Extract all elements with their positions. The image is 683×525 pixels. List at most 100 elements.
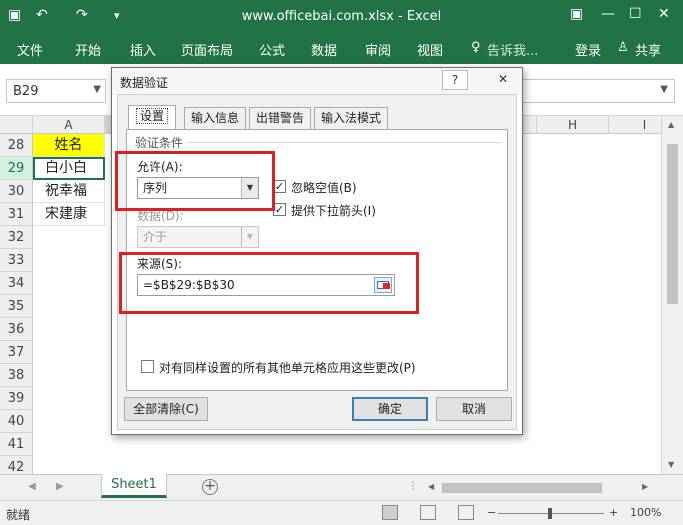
- dropdown-arrow-label[interactable]: 提供下拉箭头(I): [291, 202, 376, 219]
- chevron-down-icon[interactable]: ▼: [93, 84, 101, 95]
- scroll-thumb[interactable]: [667, 144, 678, 304]
- tell-me-search[interactable]: 告诉我...: [487, 40, 538, 59]
- zoom-in-button[interactable]: +: [609, 506, 618, 519]
- cell-b29[interactable]: 白小白: [33, 157, 105, 180]
- maximize-icon[interactable]: ☐: [629, 6, 642, 22]
- close-button[interactable]: ✕: [490, 70, 516, 90]
- help-button[interactable]: ?: [442, 70, 468, 90]
- scroll-left-icon[interactable]: ◀: [428, 482, 434, 491]
- cell-b28[interactable]: 姓名: [33, 134, 105, 157]
- tab-settings[interactable]: 设置: [128, 105, 176, 130]
- tab-formulas[interactable]: 公式: [259, 40, 285, 59]
- row-header[interactable]: 30: [0, 180, 33, 203]
- dialog-body: 设置 输入信息 出错警告 输入法模式 验证条件 允许(A): 序列 ▼ ✓ 忽略…: [117, 94, 517, 430]
- dropdown-arrow-checkbox[interactable]: ✓: [273, 203, 286, 216]
- allow-select-value: 序列: [143, 181, 168, 195]
- source-label: 来源(S):: [137, 257, 183, 271]
- title-bar: ▣ ↶ ↷ ▾ www.officebai.com.xlsx - Excel ▣…: [0, 0, 683, 34]
- select-all-corner[interactable]: [0, 116, 33, 134]
- zoom-out-button[interactable]: −: [487, 506, 496, 519]
- split-handle-icon[interactable]: ⋮: [408, 481, 418, 492]
- apply-all-label[interactable]: 对有同样设置的所有其他单元格应用这些更改(P): [159, 359, 416, 376]
- tab-settings-label: 设置: [135, 108, 168, 124]
- criteria-label: 验证条件: [135, 136, 184, 150]
- cell-b30[interactable]: 祝幸福: [33, 180, 105, 203]
- tab-review[interactable]: 审阅: [365, 40, 391, 59]
- cell-b31[interactable]: 宋建康: [33, 203, 105, 226]
- formula-input[interactable]: ▼: [520, 79, 675, 103]
- lightbulb-icon: ♀: [471, 40, 481, 55]
- sheet-next-icon[interactable]: ▶: [56, 481, 64, 492]
- row-header[interactable]: 35: [0, 295, 33, 318]
- dialog-title: 数据验证: [120, 76, 169, 90]
- row-header[interactable]: 31: [0, 203, 33, 226]
- data-select-value: 介于: [143, 230, 168, 244]
- chevron-down-icon[interactable]: ▼: [241, 178, 258, 198]
- row-header[interactable]: 33: [0, 249, 33, 272]
- tab-error-alert[interactable]: 出错警告: [249, 107, 311, 129]
- scroll-thumb[interactable]: [442, 483, 602, 493]
- column-header[interactable]: H: [537, 116, 609, 134]
- zoom-level[interactable]: 100%: [630, 506, 661, 519]
- row-header[interactable]: 37: [0, 341, 33, 364]
- data-validation-dialog: 数据验证 ? ✕ 设置 输入信息 出错警告 输入法模式 验证条件 允许(A): …: [111, 67, 523, 435]
- row-header[interactable]: 36: [0, 318, 33, 341]
- tab-input-message[interactable]: 输入信息: [184, 107, 246, 129]
- row-header[interactable]: 42: [0, 456, 33, 474]
- tab-insert[interactable]: 插入: [130, 40, 156, 59]
- scroll-down-icon[interactable]: ▼: [668, 460, 674, 469]
- add-sheet-icon[interactable]: +: [202, 479, 218, 495]
- scroll-right-icon[interactable]: ▶: [642, 482, 648, 491]
- zoom-slider[interactable]: [498, 508, 604, 519]
- clear-all-button[interactable]: 全部清除(C): [124, 397, 208, 421]
- name-box-value: B29: [13, 84, 39, 99]
- data-select: 介于 ▼: [137, 226, 259, 248]
- cancel-button[interactable]: 取消: [436, 397, 512, 421]
- row-header[interactable]: 32: [0, 226, 33, 249]
- apply-all-checkbox[interactable]: [141, 360, 154, 373]
- vertical-scrollbar[interactable]: ▲ ▼: [661, 116, 683, 474]
- settings-panel: 验证条件 允许(A): 序列 ▼ ✓ 忽略空值(B) ✓ 提供下拉箭头(I) 数…: [126, 129, 508, 391]
- ok-button[interactable]: 确定: [352, 397, 428, 421]
- share-button[interactable]: 共享: [635, 40, 661, 59]
- row-header[interactable]: 29: [0, 157, 33, 180]
- minimize-icon[interactable]: —: [601, 6, 615, 22]
- divider: [187, 142, 502, 143]
- expand-formula-icon[interactable]: ▼: [660, 84, 668, 95]
- allow-select[interactable]: 序列 ▼: [137, 177, 259, 199]
- close-icon[interactable]: ✕: [658, 6, 670, 22]
- tab-view[interactable]: 视图: [417, 40, 443, 59]
- tab-page-layout[interactable]: 页面布局: [181, 40, 233, 59]
- row-header[interactable]: 40: [0, 410, 33, 433]
- sheet-tab[interactable]: Sheet1: [101, 474, 167, 498]
- ignore-blank-label[interactable]: 忽略空值(B): [291, 179, 357, 196]
- zoom-slider-knob[interactable]: [548, 508, 552, 519]
- source-input[interactable]: =$B$29:$B$30: [137, 274, 395, 296]
- normal-view-icon[interactable]: [382, 505, 398, 520]
- source-input-value: =$B$29:$B$30: [143, 278, 235, 292]
- row-header[interactable]: 28: [0, 134, 33, 157]
- ribbon-display-icon[interactable]: ▣: [570, 6, 583, 22]
- page-layout-view-icon[interactable]: [420, 505, 436, 520]
- ribbon: 文件 开始 插入 页面布局 公式 数据 审阅 视图 ♀ 告诉我... 登录 ♙ …: [0, 34, 683, 64]
- tab-data[interactable]: 数据: [311, 40, 337, 59]
- sheet-prev-icon[interactable]: ◀: [28, 481, 36, 492]
- tab-file[interactable]: 文件: [17, 40, 43, 59]
- range-select-icon[interactable]: [374, 277, 392, 293]
- sign-in-link[interactable]: 登录: [575, 40, 601, 59]
- ignore-blank-checkbox[interactable]: ✓: [273, 180, 286, 193]
- name-box[interactable]: B29 ▼: [6, 79, 106, 103]
- allow-label: 允许(A):: [137, 160, 183, 174]
- row-header[interactable]: 39: [0, 387, 33, 410]
- tab-ime-mode[interactable]: 输入法模式: [314, 107, 388, 129]
- horizontal-scrollbar[interactable]: ◀ ▶: [424, 481, 654, 495]
- scroll-up-icon[interactable]: ▲: [668, 120, 674, 129]
- row-header[interactable]: 41: [0, 433, 33, 456]
- row-header[interactable]: 38: [0, 364, 33, 387]
- row-header[interactable]: 34: [0, 272, 33, 295]
- page-break-view-icon[interactable]: [458, 505, 474, 520]
- status-bar: 就绪 − + 100%: [0, 500, 683, 525]
- column-header[interactable]: A: [33, 116, 105, 134]
- sheet-tab-bar: ◀ ▶ Sheet1 + ⋮ ◀ ▶: [0, 474, 683, 500]
- tab-home[interactable]: 开始: [75, 40, 101, 59]
